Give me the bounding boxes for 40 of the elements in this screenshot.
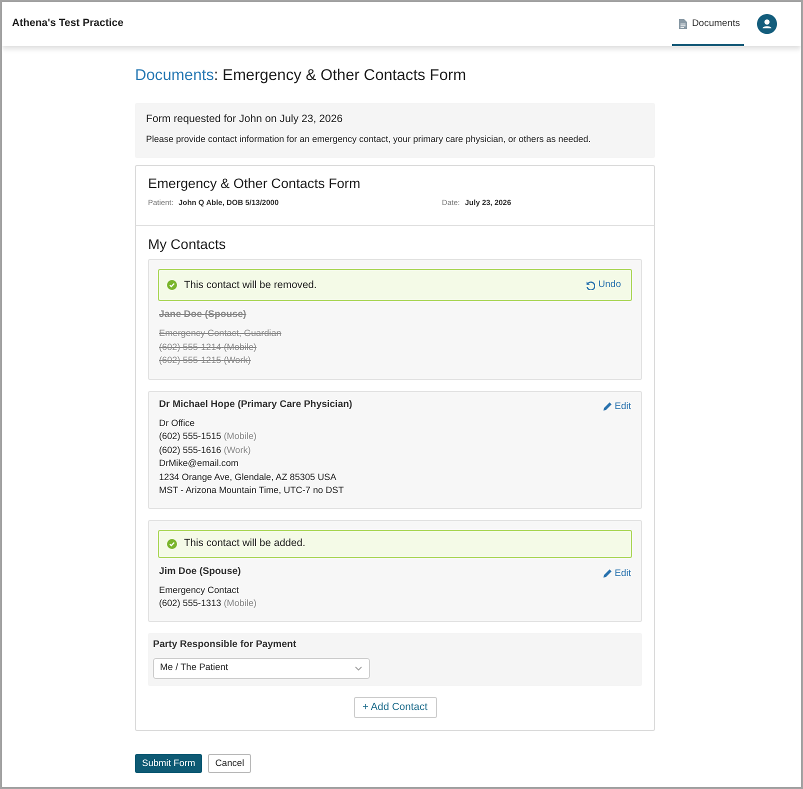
contact-detail: (602) 555-1616 (Work): [159, 444, 252, 457]
app-brand: Athena's Test Practice: [12, 16, 124, 32]
payment-select[interactable]: Me / The Patient: [153, 658, 370, 678]
undo-icon: [586, 280, 596, 290]
contact-detail: MST - Arizona Mountain Time, UTC-7 no DST: [159, 484, 345, 497]
contact-detail: 1234 Orange Ave, Glendale, AZ 85305 USA: [159, 470, 338, 484]
contact-detail: Emergency Contact, Guardian: [159, 327, 282, 340]
contact-name: Dr Michael Hope (Primary Care Physician): [159, 398, 352, 412]
add-contact-button[interactable]: + Add Contact: [354, 696, 436, 718]
contact-name: Jim Doe (Spouse): [159, 564, 241, 578]
document-icon: [678, 19, 687, 29]
contact-detail: Dr Office: [159, 416, 196, 430]
request-title: Form requested for John on July 23, 2026: [146, 112, 344, 126]
payment-label: Party Responsible for Payment: [153, 638, 298, 652]
check-circle-icon: [167, 538, 177, 548]
contact-detail: DrMike@email.com: [159, 457, 240, 470]
contact-detail: (602) 555-1215 (Work): [159, 354, 252, 367]
contact-name: Jane Doe (Spouse): [159, 308, 246, 322]
chevron-down-icon: [355, 666, 362, 670]
check-circle-icon: [167, 280, 177, 290]
edit-link[interactable]: Edit: [602, 566, 631, 580]
contact-detail: (602) 555-1515 (Mobile): [159, 430, 258, 443]
breadcrumb-link[interactable]: Documents: [135, 67, 214, 84]
contact-detail: Emergency Contact: [159, 584, 240, 597]
section-title: My Contacts: [148, 235, 227, 253]
user-avatar-icon[interactable]: [757, 14, 777, 34]
contact-detail: (602) 555-1313 (Mobile): [159, 597, 258, 610]
undo-link[interactable]: Undo: [586, 275, 621, 295]
request-text: Please provide contact information for an emergency contact, your primary care physician, or others as needed.: [146, 133, 592, 145]
cancel-button[interactable]: Cancel: [208, 754, 252, 772]
contact-detail: (602) 555-1214 (Mobile): [159, 340, 258, 354]
pencil-icon: [602, 402, 612, 411]
notice-text: This contact will be removed.: [184, 278, 317, 292]
page-title: : Emergency & Other Contacts Form: [214, 67, 466, 84]
edit-link[interactable]: Edit: [602, 400, 631, 414]
form-title: Emergency & Other Contacts Form: [148, 175, 362, 193]
nav-tab[interactable]: Documents: [672, 2, 744, 46]
notice-text: This contact will be added.: [184, 537, 306, 551]
pencil-icon: [602, 569, 612, 578]
submit-button[interactable]: Submit Form: [135, 754, 202, 772]
